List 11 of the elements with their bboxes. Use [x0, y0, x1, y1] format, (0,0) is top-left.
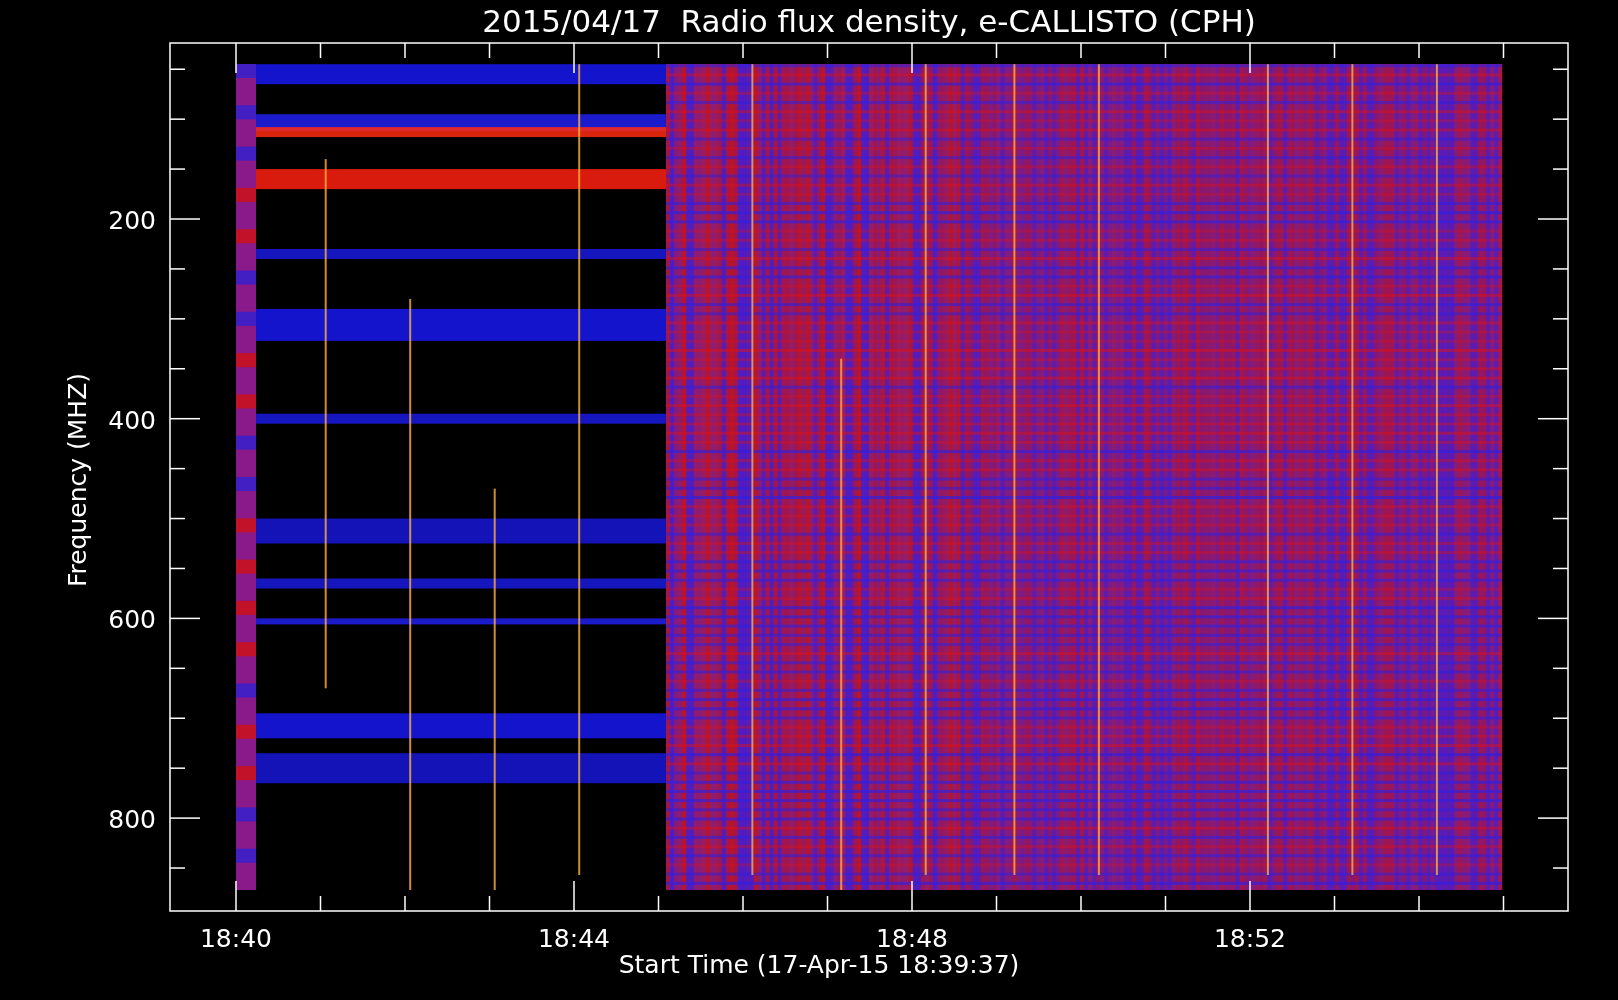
axis-title: Frequency (MHZ) [63, 372, 92, 588]
tick-label: 200 [108, 206, 156, 235]
tick-label: 18:40 [200, 924, 272, 953]
tick-label: 800 [108, 805, 156, 835]
plot-title: 2015/04/17 Radio flux density, e-CALLISTO (CPH) [482, 3, 1256, 39]
tick-label: 18:48 [876, 924, 948, 953]
tick-label: 600 [108, 605, 156, 635]
tick-label: 18:44 [538, 924, 610, 953]
axis-title: Start Time (17-Apr-15 18:39:37) [618, 950, 1020, 979]
tick-label: 18:52 [1214, 924, 1286, 953]
tick-label: 400 [108, 405, 156, 435]
